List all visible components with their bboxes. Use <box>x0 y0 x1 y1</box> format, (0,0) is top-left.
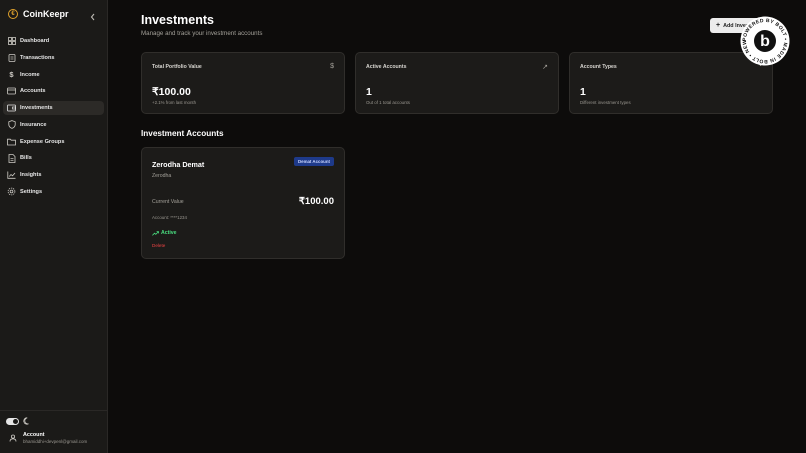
sidebar-item-label: Income <box>20 71 40 78</box>
bolt-badge-icon: POWERED BY BOLT • MADE IN BOLT • NEW • b <box>739 12 790 66</box>
stat-note: Out of 1 total accounts <box>366 100 410 105</box>
account-menu[interactable]: Account bhamiddhi+devpenl@gmail.com <box>8 432 87 444</box>
line-chart-icon <box>7 171 16 180</box>
sidebar-item-dashboard[interactable]: Dashboard <box>3 34 104 48</box>
sidebar-item-label: Expense Groups <box>20 138 65 145</box>
moon-icon <box>23 417 29 425</box>
sidebar-item-label: Accounts <box>20 88 46 95</box>
dollar-icon: $ <box>330 63 334 70</box>
stat-title: Active Accounts <box>366 64 407 70</box>
page-subtitle: Manage and track your investment account… <box>141 30 263 37</box>
credit-card-icon <box>7 87 16 96</box>
sidebar-nav: Dashboard Transactions $ Income Accounts… <box>3 34 104 202</box>
gear-icon <box>7 187 16 196</box>
sidebar-item-transactions[interactable]: Transactions <box>3 51 104 65</box>
account-number: Account: ****1234 <box>152 215 187 220</box>
wallet-icon <box>7 104 16 113</box>
account-text: Account bhamiddhi+devpenl@gmail.com <box>23 432 87 444</box>
stat-title: Total Portfolio Value <box>152 64 202 70</box>
stat-note: Different investment types <box>580 100 631 105</box>
chevron-left-icon <box>90 13 95 21</box>
stat-note: +2.1% from last month <box>152 100 197 105</box>
theme-toggle[interactable] <box>6 418 19 425</box>
dollar-icon: $ <box>9 70 14 79</box>
app-name: CoinKeepr <box>23 9 69 19</box>
account-type-badge: Demat Account <box>293 157 334 166</box>
sidebar-item-label: Investments <box>20 105 53 111</box>
sidebar-item-expense-groups[interactable]: Expense Groups <box>3 135 104 149</box>
sidebar-item-label: Settings <box>20 188 43 195</box>
stat-card-active-accounts: Active Accounts ↗ 1 Out of 1 total accou… <box>355 52 559 114</box>
sidebar-item-income[interactable]: $ Income <box>3 68 104 82</box>
account-provider: Zerodha <box>152 173 172 179</box>
dashboard-icon <box>7 37 16 46</box>
user-icon <box>8 434 17 443</box>
sidebar-item-label: Insights <box>20 172 42 178</box>
account-name: Zerodha Demat <box>152 160 205 169</box>
stat-value: 1 <box>366 86 372 98</box>
trending-up-icon: ↗ <box>542 64 548 71</box>
sidebar-item-investments[interactable]: Investments <box>3 101 104 115</box>
sidebar-footer: Account bhamiddhi+devpenl@gmail.com <box>0 410 108 453</box>
current-value-label: Current Value <box>152 199 184 205</box>
sidebar-item-label: Bills <box>20 155 32 162</box>
sidebar-item-label: Dashboard <box>20 38 50 44</box>
section-title: Investment Accounts <box>141 129 224 138</box>
folder-icon <box>7 137 16 146</box>
shield-icon <box>7 120 16 130</box>
sidebar-item-bills[interactable]: Bills <box>3 151 104 165</box>
page-title: Investments <box>141 13 214 27</box>
status-label: Active <box>161 230 177 236</box>
sidebar: € CoinKeepr Dashboard Transactions $ Inc… <box>0 0 108 453</box>
stat-value: ₹100.00 <box>152 86 191 98</box>
receipt-icon <box>7 53 16 62</box>
status-badge: Active <box>152 230 177 236</box>
sidebar-item-accounts[interactable]: Accounts <box>3 84 104 98</box>
svg-text:b: b <box>760 33 770 50</box>
sidebar-item-label: Insurance <box>20 121 47 128</box>
account-label: Account <box>23 432 45 438</box>
investment-account-card[interactable]: Zerodha Demat Demat Account Zerodha Curr… <box>141 147 345 259</box>
brand[interactable]: € CoinKeepr <box>8 8 69 20</box>
stat-title: Account Types <box>580 64 617 70</box>
current-value: ₹100.00 <box>298 196 334 207</box>
stat-card-total-portfolio: Total Portfolio Value $ ₹100.00 +2.1% fr… <box>141 52 345 114</box>
file-text-icon <box>7 153 16 163</box>
delete-button[interactable]: Delete <box>152 243 165 248</box>
trending-up-icon <box>152 230 159 236</box>
sidebar-item-insights[interactable]: Insights <box>3 168 104 182</box>
sidebar-item-insurance[interactable]: Insurance <box>3 118 104 132</box>
stat-value: 1 <box>580 86 586 98</box>
coin-logo-icon: € <box>8 9 18 19</box>
sidebar-item-settings[interactable]: Settings <box>3 185 104 199</box>
plus-icon: + <box>716 22 721 29</box>
collapse-sidebar-button[interactable] <box>89 9 97 21</box>
account-email: bhamiddhi+devpenl@gmail.com <box>23 439 88 444</box>
sidebar-item-label: Transactions <box>20 54 55 61</box>
toggle-knob <box>13 419 18 424</box>
bolt-badge[interactable]: POWERED BY BOLT • MADE IN BOLT • NEW • b <box>739 12 790 66</box>
